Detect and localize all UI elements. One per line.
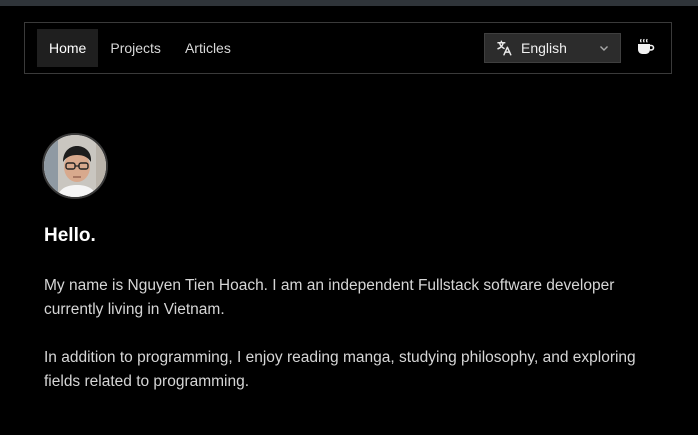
- nav-actions: English: [484, 33, 659, 63]
- avatar: [42, 133, 108, 199]
- intro-paragraph: My name is Nguyen Tien Hoach. I am an in…: [44, 277, 615, 318]
- nav-link-home[interactable]: Home: [37, 29, 99, 67]
- language-select[interactable]: English: [484, 33, 621, 63]
- greeting-heading: Hello.: [44, 225, 96, 246]
- translate-icon: [495, 39, 513, 57]
- nav-link-projects[interactable]: Projects: [98, 29, 173, 67]
- language-select-value: English: [521, 40, 567, 56]
- top-accent-bar: [0, 0, 698, 6]
- hobbies-paragraph: In addition to programming, I enjoy read…: [44, 349, 636, 390]
- navbar: Home Projects Articles English: [24, 22, 672, 74]
- nav-links: Home Projects Articles: [37, 29, 243, 67]
- chevron-down-icon: [598, 42, 610, 54]
- nav-link-articles[interactable]: Articles: [173, 29, 243, 67]
- coffee-cup-icon[interactable]: [635, 38, 655, 58]
